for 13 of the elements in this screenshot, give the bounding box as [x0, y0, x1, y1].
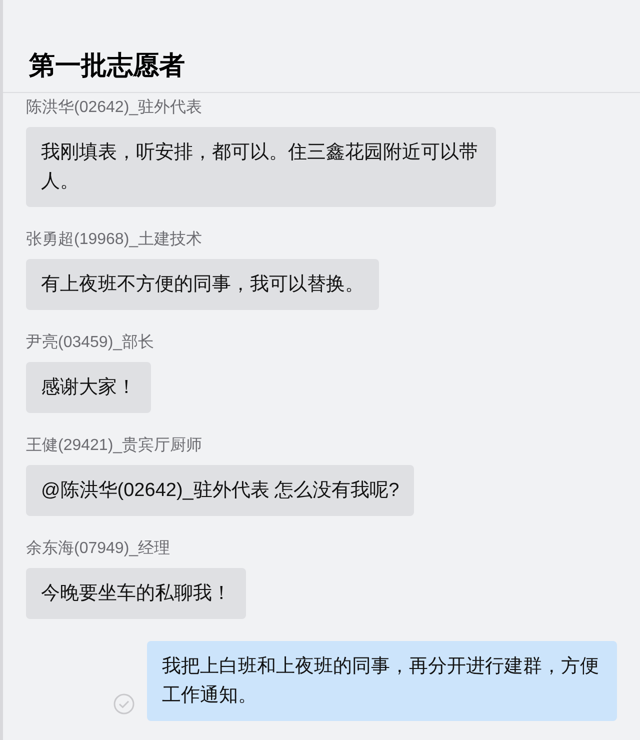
sender-name: 张勇超(19968)_土建技术 [26, 230, 202, 250]
sender-name: 王健(29421)_贵宾厅厨师 [26, 436, 202, 456]
sender-name: 余东海(07949)_经理 [26, 538, 170, 559]
message-bubble: 感谢大家！ [26, 362, 151, 413]
chat-title: 第一批志愿者 [29, 49, 185, 82]
message-bubble: 我刚填表，听安排，都可以。住三鑫花园附近可以带人。 [26, 127, 496, 207]
message-bubble: 今晚要坐车的私聊我！ [26, 568, 246, 619]
message-bubble: @陈洪华(02642)_驻外代表 怎么没有我呢? [26, 465, 414, 516]
check-circle-icon [113, 693, 135, 715]
message-bubble: 我把上白班和上夜班的同事，再分开进行建群，方便工作通知。 [147, 641, 617, 721]
message-bubble: 有上夜班不方便的同事，我可以替换。 [26, 259, 379, 310]
sender-name: 陈洪华(02642)_驻外代表 [26, 98, 202, 118]
sender-name: 尹亮(03459)_部长 [26, 332, 154, 353]
